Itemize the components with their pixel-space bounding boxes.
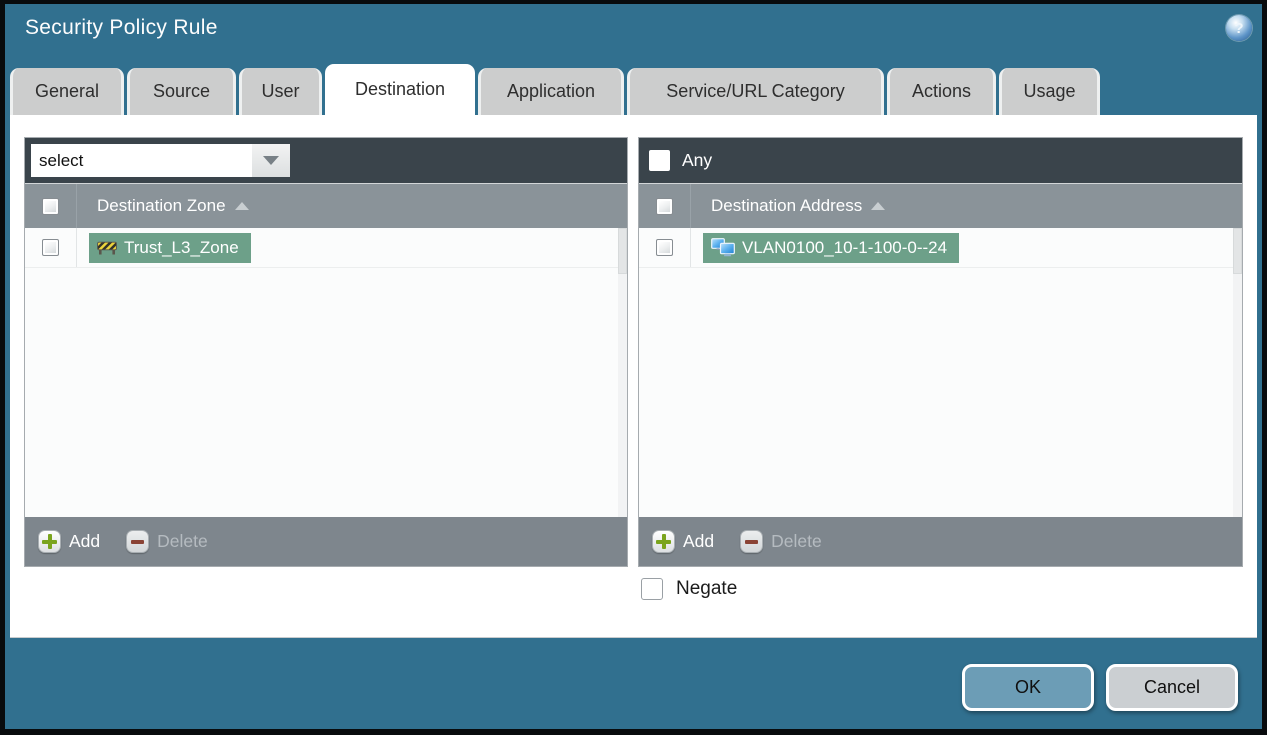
scrollbar[interactable]	[618, 228, 627, 517]
address-table-body: VLAN0100_10-1-100-0--24	[639, 228, 1242, 517]
negate-checkbox[interactable]	[641, 578, 663, 600]
zone-item-trust-l3-zone[interactable]: Trust_L3_Zone	[89, 232, 251, 263]
address-row-checkbox[interactable]	[656, 239, 673, 256]
scrollbar[interactable]	[1233, 228, 1242, 517]
destination-address-panel: Any Destination Address VLAN0100_10-1-10…	[638, 137, 1243, 567]
address-row-checkbox-cell	[639, 228, 691, 267]
scrollbar-thumb[interactable]	[1233, 228, 1242, 274]
zone-toolbar	[25, 138, 627, 183]
zone-icon	[97, 241, 117, 255]
zone-select-input[interactable]	[31, 144, 252, 177]
tab-label: Usage	[1023, 81, 1076, 101]
delete-zone-label: Delete	[157, 531, 208, 551]
plus-icon	[38, 530, 61, 553]
tab-user[interactable]: User	[239, 68, 322, 115]
address-select-all-cell	[639, 184, 691, 228]
ok-button[interactable]: OK	[962, 664, 1094, 711]
zone-row-checkbox-cell	[25, 228, 77, 267]
zone-panel-footer: Add Delete	[25, 517, 627, 566]
destination-tab-content: Destination Zone	[10, 115, 1257, 638]
cancel-button-label: Cancel	[1143, 677, 1201, 697]
delete-zone-button[interactable]: Delete	[126, 530, 208, 553]
tab-service-url-category[interactable]: Service/URL Category	[627, 68, 884, 115]
add-zone-button[interactable]: Add	[38, 530, 100, 553]
help-icon[interactable]: ?	[1226, 15, 1252, 41]
add-zone-label: Add	[69, 531, 101, 551]
address-column-header[interactable]: Destination Address	[711, 184, 886, 228]
zone-column-header[interactable]: Destination Zone	[97, 184, 249, 228]
any-label: Any	[682, 150, 713, 170]
plus-icon	[652, 530, 675, 553]
cancel-button[interactable]: Cancel	[1106, 664, 1238, 711]
sort-asc-icon	[871, 202, 886, 210]
ok-button-label: OK	[1014, 677, 1041, 697]
address-item-label: VLAN0100_10-1-100-0--24	[742, 237, 948, 257]
address-panel-footer: Add Delete	[639, 517, 1242, 566]
add-address-button[interactable]: Add	[652, 530, 714, 553]
zone-select-dropdown-button[interactable]	[252, 144, 290, 177]
minus-icon	[126, 530, 150, 553]
tab-label: Source	[152, 81, 211, 101]
zone-select-all-cell	[25, 184, 77, 228]
address-toolbar: Any	[639, 138, 1242, 183]
tab-label: General	[34, 81, 100, 101]
help-glyph: ?	[1234, 19, 1244, 37]
tab-label: User	[261, 81, 300, 101]
tab-actions[interactable]: Actions	[887, 68, 996, 115]
destination-zone-panel: Destination Zone	[24, 137, 628, 567]
tab-label: Application	[506, 81, 596, 101]
address-select-all-checkbox[interactable]	[656, 197, 673, 215]
zone-column-header-label: Destination Zone	[97, 196, 226, 215]
minus-icon	[740, 530, 764, 553]
any-row: Any	[649, 150, 712, 171]
address-column-header-row: Destination Address	[639, 183, 1242, 228]
tab-label: Service/URL Category	[666, 81, 845, 101]
zone-column-header-row: Destination Zone	[25, 183, 627, 228]
delete-address-label: Delete	[771, 531, 822, 551]
dialog-title: Security Policy Rule	[25, 16, 218, 39]
tab-label: Actions	[911, 81, 972, 101]
tab-source[interactable]: Source	[127, 68, 236, 115]
negate-row: Negate	[641, 578, 737, 600]
zone-table-body: Trust_L3_Zone	[25, 228, 627, 517]
any-checkbox[interactable]	[649, 150, 670, 171]
tab-general[interactable]: General	[10, 68, 124, 115]
zone-item-label: Trust_L3_Zone	[124, 237, 239, 257]
address-column-header-label: Destination Address	[711, 196, 863, 215]
tab-application[interactable]: Application	[478, 68, 624, 115]
zone-row-checkbox[interactable]	[42, 239, 59, 256]
table-row: Trust_L3_Zone	[25, 228, 627, 268]
tab-label: Destination	[354, 79, 446, 99]
tab-usage[interactable]: Usage	[999, 68, 1100, 115]
sort-asc-icon	[234, 202, 249, 210]
chevron-down-icon	[263, 156, 279, 165]
address-icon	[711, 238, 735, 257]
zone-select-all-checkbox[interactable]	[42, 197, 59, 215]
security-policy-rule-dialog: Security Policy Rule ? General Source Us…	[0, 0, 1267, 735]
tab-destination[interactable]: Destination	[325, 64, 475, 115]
address-item-vlan0100[interactable]: VLAN0100_10-1-100-0--24	[703, 232, 960, 263]
delete-address-button[interactable]: Delete	[740, 530, 822, 553]
tab-bar: General Source User Destination Applicat…	[10, 64, 1103, 115]
scrollbar-thumb[interactable]	[618, 228, 627, 274]
negate-label: Negate	[676, 578, 738, 599]
table-row: VLAN0100_10-1-100-0--24	[639, 228, 1242, 268]
add-address-label: Add	[683, 531, 715, 551]
